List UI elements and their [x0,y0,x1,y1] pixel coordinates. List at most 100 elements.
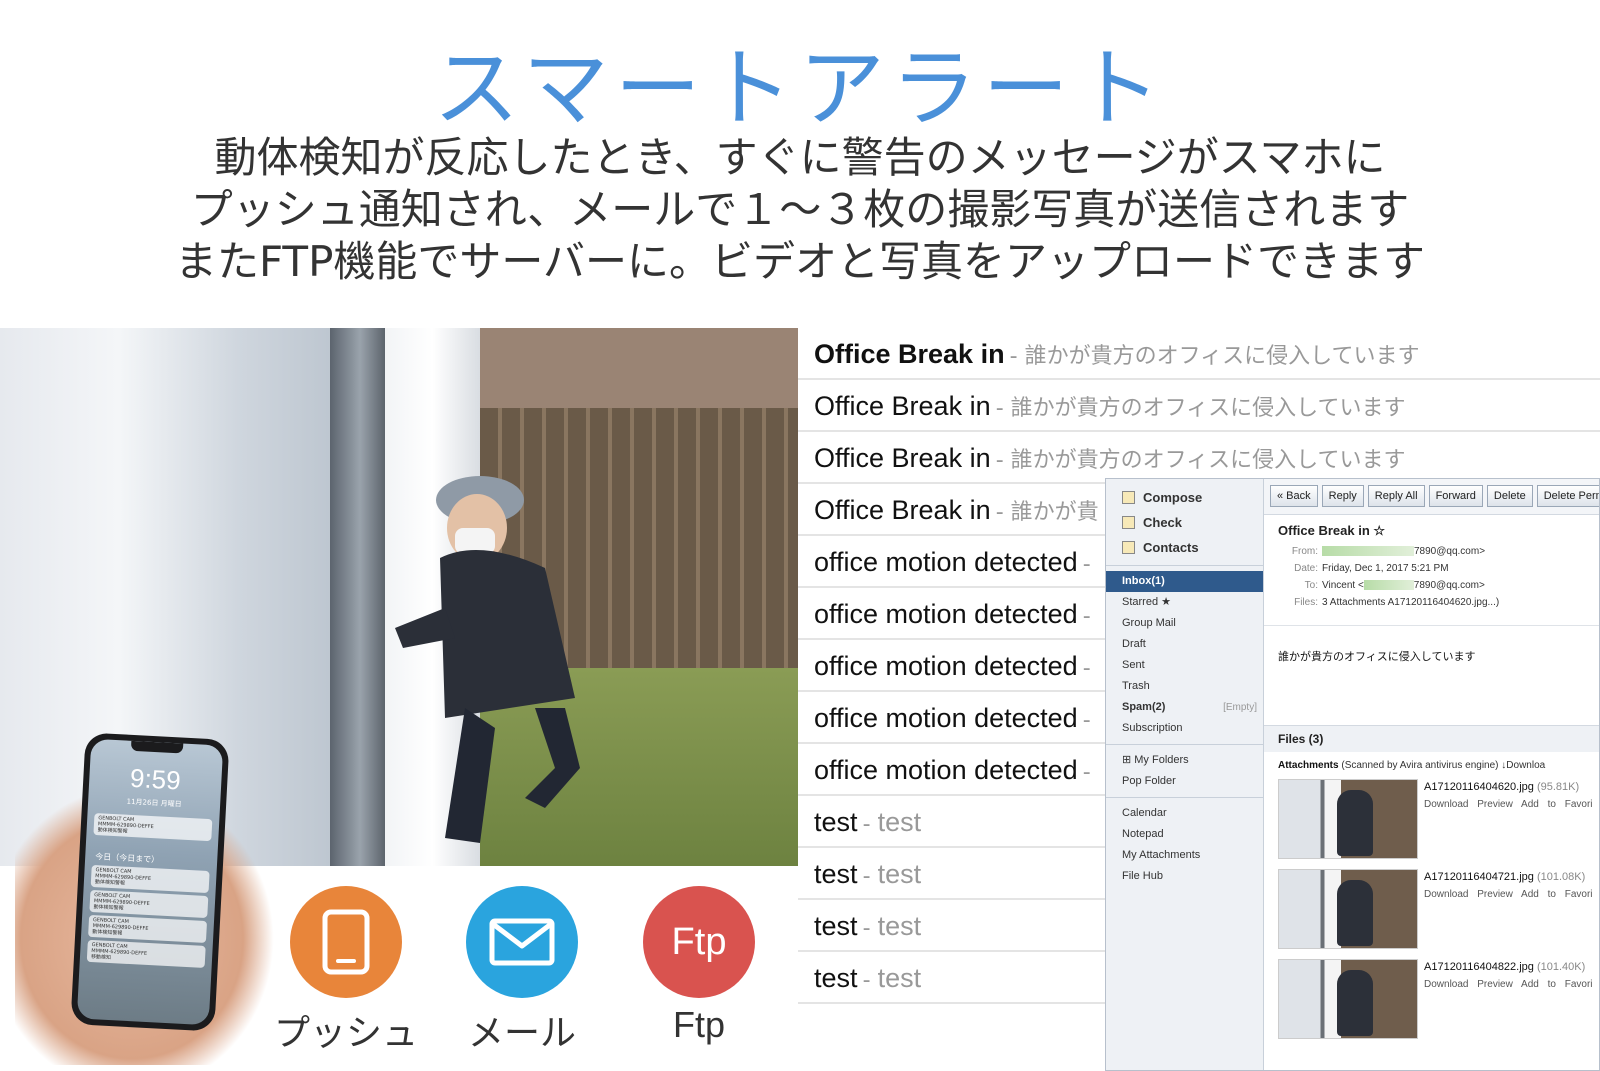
nav-notepad[interactable]: Notepad [1106,824,1263,845]
email-subject: Office Break in [814,443,991,473]
folder-group-mail[interactable]: Group Mail [1106,613,1263,634]
push-notification[interactable]: GENBOLT CAM MMMM-629890-DEFFE 動体検知警報 [89,889,209,919]
forward-button[interactable]: Forward [1428,485,1483,507]
lock-screen: 9:59 11月26日 月曜日 GENBOLT CAM MMMM-629890-… [76,738,224,1026]
email-snippet: 誰かが貴方のオフィスに侵入しています [1024,344,1420,369]
date-value: Friday, Dec 1, 2017 5:21 PM [1322,563,1449,574]
folder-my-folders[interactable]: ⊞ My Folders [1106,750,1263,771]
scan-note: (Scanned by Avira antivirus engine) [1341,760,1499,771]
lock-screen-time: 9:59 [129,762,182,796]
email-subject: Office Break in [814,391,991,421]
attachment-size: (101.08K) [1536,871,1586,883]
email-snippet: test [877,859,922,889]
delete-permanently-button[interactable]: Delete Perm [1536,485,1599,507]
tablet-icon [322,909,370,975]
email-subject: Office Break in [814,495,991,525]
push-notification[interactable]: GENBOLT CAM MMMM-629890-DEFFE 動体検知警報 [90,864,210,894]
nav-file-hub[interactable]: File Hub [1106,866,1263,887]
intruder-figure [395,476,580,843]
folder-inbox[interactable]: Inbox(1) [1106,571,1263,592]
email-subject: office motion detected [814,703,1078,733]
email-snippet: 誰かが貴方のオフィスに侵入しています [1010,448,1406,473]
message-subject: Office Break in ☆ [1278,523,1386,538]
attachment-size: (95.81K) [1536,781,1580,793]
attachment-item: A17120116404822.jpg (101.40K) Download P… [1264,955,1599,1045]
to-label: To: [1304,580,1318,591]
folder-trash[interactable]: Trash [1106,676,1263,697]
attachment-thumbnail[interactable] [1278,869,1418,949]
attachment-thumbnail[interactable] [1278,959,1418,1039]
description-line: プッシュ通知され、メールで１～３枚の撮影写真が送信されます [190,185,1410,234]
email-subject: test [814,859,858,889]
files-header: Files (3) [1264,725,1599,752]
contacts-button[interactable]: Contacts [1106,535,1263,560]
attachments-title: Attachments [1278,760,1339,771]
email-subject: office motion detected [814,547,1078,577]
folder-pop[interactable]: Pop Folder [1106,771,1263,792]
attachment-links[interactable]: Download Preview Add to Favori [1424,889,1593,900]
email-snippet: test [877,807,922,837]
page-title: スマートアラート [433,39,1167,139]
check-icon [1122,516,1135,529]
check-button[interactable]: Check [1106,510,1263,535]
email-row[interactable]: Office Break in - 誰かが貴方のオフィスに侵入しています [798,380,1600,432]
email-row[interactable]: Office Break in - 誰かが貴方のオフィスに侵入しています [798,432,1600,484]
to-value: Vincent < [1322,580,1364,591]
mail-toolbar: « Back Reply Reply All Forward Delete De… [1264,479,1599,515]
attachment-links[interactable]: Download Preview Add to Favori [1424,979,1593,990]
email-row[interactable]: Office Break in - 誰かが貴方のオフィスに侵入しています [798,328,1600,380]
email-subject: office motion detected [814,755,1078,785]
to-value-domain: 7890@qq.com> [1413,580,1485,591]
push-notification[interactable]: GENBOLT CAM MMMM-629890-DEFFE 動体検知警報 [93,813,213,842]
files-value[interactable]: 3 Attachments A17120116404620.jpg...) [1322,597,1499,608]
contacts-label: Contacts [1143,540,1199,555]
reply-all-button[interactable]: Reply All [1367,485,1425,507]
back-button[interactable]: « Back [1270,485,1318,507]
folder-spam[interactable]: Spam(2) [Empty] [1106,697,1263,718]
nav-my-attachments[interactable]: My Attachments [1106,845,1263,866]
push-notification[interactable]: GENBOLT CAM MMMM-629890-DEFFE 動体検知警報 [88,914,208,944]
empty-spam-link[interactable]: [Empty] [1223,697,1257,718]
download-all-link[interactable]: ↓Downloa [1501,760,1545,771]
compose-label: Compose [1143,490,1203,505]
attachment-name: A17120116404822.jpg [1424,961,1534,973]
attachment-name: A17120116404721.jpg [1424,871,1534,883]
folder-subscription[interactable]: Subscription [1106,718,1263,739]
nav-calendar[interactable]: Calendar [1106,803,1263,824]
envelope-icon [489,918,555,966]
mail-icon [466,886,578,998]
message-body: 誰かが貴方のオフィスに侵入しています [1264,625,1599,705]
redacted-address [1363,580,1414,591]
reply-button[interactable]: Reply [1321,485,1364,507]
check-label: Check [1143,515,1183,530]
date-label: Date: [1294,563,1318,574]
folder-starred[interactable]: Starred ★ [1106,592,1263,613]
webmail-window: Compose Check Contacts Inbox(1) Starred … [1105,478,1600,1071]
folder-sent[interactable]: Sent [1106,655,1263,676]
compose-button[interactable]: Compose [1106,485,1263,510]
mail-reading-pane: « Back Reply Reply All Forward Delete De… [1264,479,1599,1070]
folder-spam-label: Spam(2) [1122,701,1166,713]
mail-label: メール [467,1013,576,1054]
attachments-header: Attachments (Scanned by Avira antivirus … [1264,752,1599,775]
email-subject: test [814,963,858,993]
attachment-thumbnail[interactable] [1278,779,1418,859]
attachment-item: A17120116404620.jpg (95.81K) Download Pr… [1264,775,1599,865]
photo-window-frame [330,328,390,866]
description: 動体検知が反応したとき、すぐに警告のメッセージがスマホに プッシュ通知され、メー… [40,132,1560,288]
email-snippet: test [877,963,922,993]
ftp-label: Ftp [672,1004,725,1045]
push-notification[interactable]: GENBOLT CAM MMMM-629890-DEFFE 移動検知 [86,939,206,968]
folder-draft[interactable]: Draft [1106,634,1263,655]
push-label: プッシュ [273,1013,418,1054]
attachment-links[interactable]: Download Preview Add to Favori [1424,799,1593,810]
redacted-address [1322,546,1414,557]
email-snippet: 誰かが貴方のオフィスに侵入しています [1010,396,1406,421]
today-label: 今日（今日まで） [95,852,160,865]
email-subject: Office Break in [814,339,1005,369]
email-subject: test [814,807,858,837]
attachment-size: (101.40K) [1536,961,1586,973]
delete-button[interactable]: Delete [1486,485,1533,507]
email-subject: office motion detected [814,651,1078,681]
message-meta: From: 7890@qq.com> Date: Friday, Dec 1, 20… [1264,543,1599,611]
